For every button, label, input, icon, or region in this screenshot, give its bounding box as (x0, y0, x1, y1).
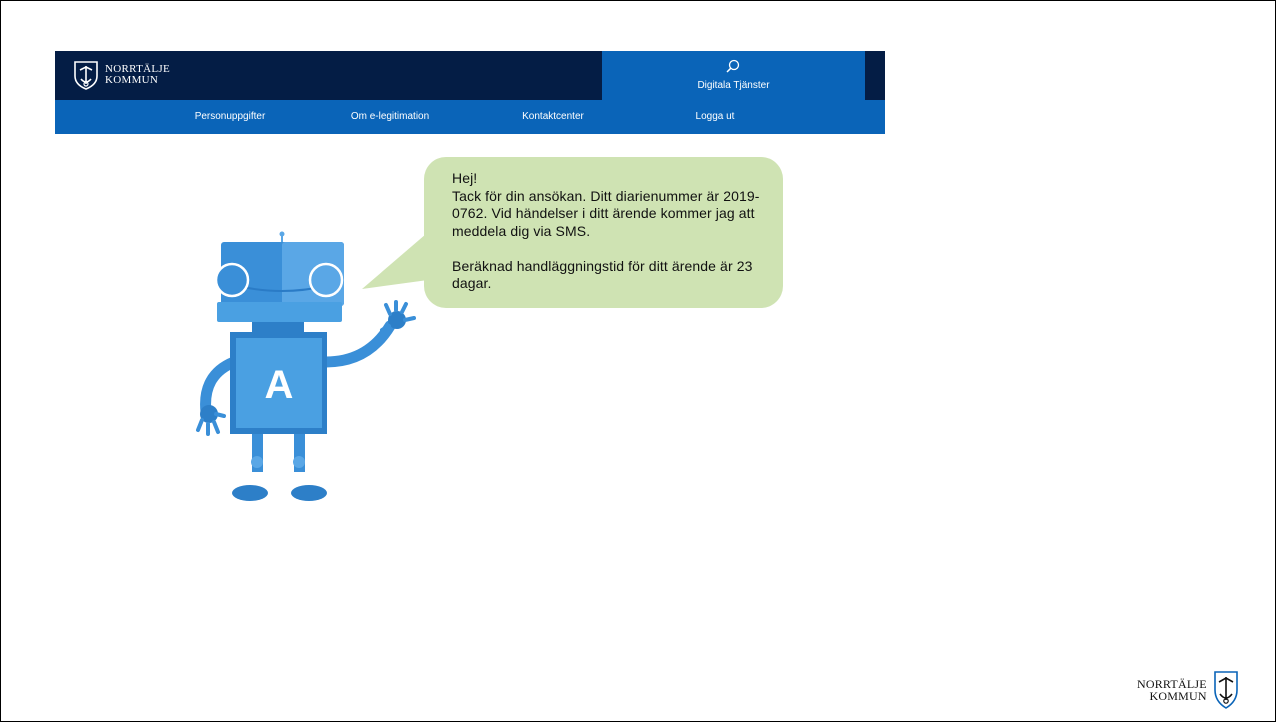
municipality-logo[interactable]: NORRTÄLJE KOMMUN (73, 58, 170, 92)
robot-chest-letter: A (265, 363, 294, 407)
tab-digitala-tjanster[interactable]: Digitala Tjänster (602, 51, 865, 100)
coat-of-arms-icon (74, 61, 98, 90)
footer-logo: NORRTÄLJE KOMMUN (1137, 670, 1239, 710)
nav-item-kontaktcenter[interactable]: Kontaktcenter (483, 100, 623, 134)
main-nav: Personuppgifter Om e-legitimation Kontak… (55, 100, 885, 134)
robot-mascot: A (196, 231, 416, 501)
tab-digitala-tjanster-label: Digitala Tjänster (697, 80, 770, 91)
search-icon (726, 59, 740, 73)
speech-bubble-text: Hej! Tack för din ansökan. Ditt diarienu… (452, 170, 760, 291)
nav-item-personuppgifter[interactable]: Personuppgifter (160, 100, 300, 134)
nav-item-logga-ut[interactable]: Logga ut (645, 100, 785, 134)
header-bar: NORRTÄLJE KOMMUN Digitala Tjänster (55, 51, 885, 100)
coat-of-arms-icon (1213, 671, 1238, 709)
nav-item-om-e-legitimation[interactable]: Om e-legitimation (320, 100, 460, 134)
logo-line2: KOMMUN (105, 74, 159, 86)
footer-logo-line2: KOMMUN (1149, 689, 1207, 703)
